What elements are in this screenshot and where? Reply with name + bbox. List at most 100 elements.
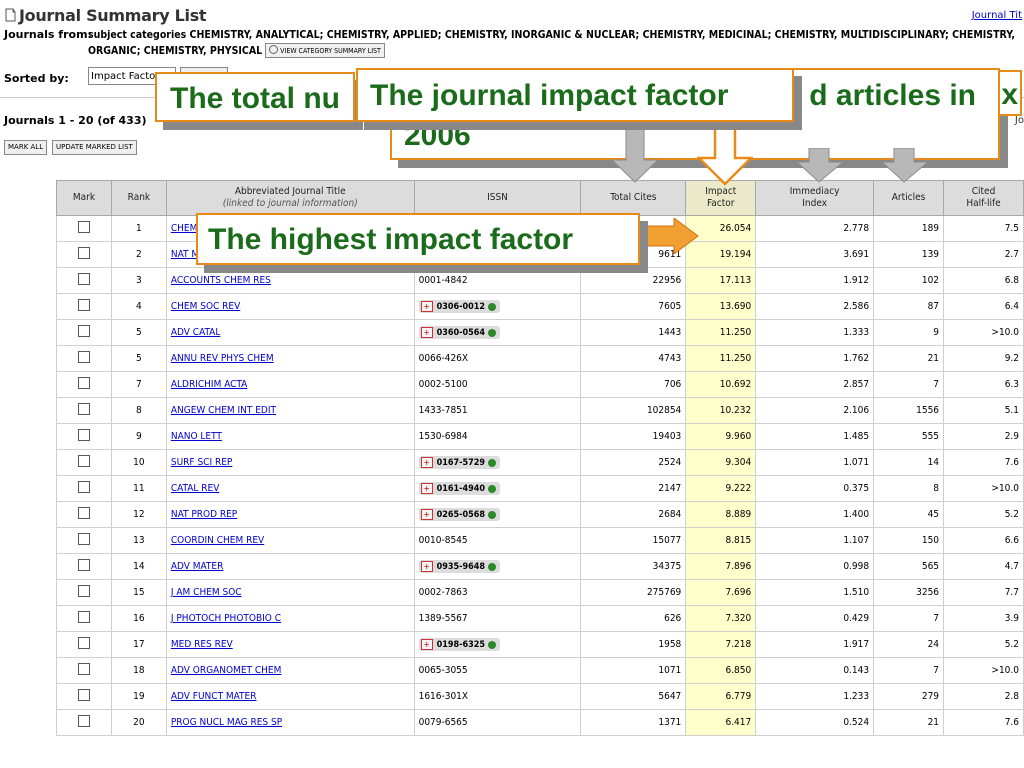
journal-title-link[interactable]: ADV FUNCT MATER (171, 691, 257, 702)
issn-cell: +0167-5729 (413, 449, 582, 476)
mark-checkbox[interactable] (77, 663, 90, 675)
journal-title-link[interactable]: MED RES REV (171, 639, 233, 650)
col-title-main: Abbreviated Journal Title (234, 186, 346, 197)
journal-title-link[interactable]: ADV ORGANOMET CHEM (171, 665, 281, 676)
issn-text: 0935-9648 (436, 561, 486, 572)
issn-badge[interactable]: +0167-5729 (418, 456, 501, 469)
mark-checkbox[interactable] (77, 351, 90, 363)
journal-title-link[interactable]: NAT PROD REP (171, 509, 237, 520)
expand-icon: + (420, 561, 433, 572)
issn-badge[interactable]: +0265-0568 (418, 508, 501, 521)
mark-cell (56, 553, 112, 580)
immediacy-cell: 1.333 (755, 319, 875, 346)
journal-title-link[interactable]: CATAL REV (171, 483, 219, 494)
journal-title-link[interactable]: ADV CATAL (171, 327, 220, 338)
mark-checkbox[interactable] (77, 247, 90, 259)
mark-checkbox[interactable] (77, 299, 90, 311)
mark-checkbox[interactable] (77, 689, 90, 701)
total-cites-cell: 19403 (580, 423, 687, 450)
impact-factor-cell: 6.850 (685, 657, 757, 684)
half-life-cell: 6.8 (943, 267, 1024, 294)
impact-factor-cell: 13.690 (685, 293, 757, 320)
mark-cell (56, 293, 112, 320)
title-cell: ANNU REV PHYS CHEM (165, 345, 415, 372)
mark-checkbox[interactable] (77, 325, 90, 337)
mark-cell (56, 241, 112, 268)
expand-icon: + (420, 509, 433, 520)
mark-checkbox[interactable] (77, 377, 90, 389)
journal-title-link[interactable]: SURF SCI REP (171, 457, 232, 468)
journal-title-link[interactable]: ACCOUNTS CHEM RES (171, 275, 271, 286)
col-total-cites[interactable]: Total Cites (580, 180, 687, 216)
journal-title-link[interactable]: PROG NUCL MAG RES SP (171, 717, 282, 728)
issn-text: 0161-4940 (436, 483, 486, 494)
journal-title-link[interactable]: ADV MATER (171, 561, 223, 572)
green-arrow-icon (488, 302, 497, 311)
mark-checkbox[interactable] (77, 221, 90, 233)
journal-title-link[interactable]: J PHOTOCH PHOTOBIO C (171, 613, 281, 624)
col-half-life[interactable]: Cited Half-life (943, 180, 1024, 216)
mark-checkbox[interactable] (77, 715, 90, 727)
journal-summary-page: Journal Summary List Journal Tit Journal… (0, 0, 1024, 768)
total-cites-cell: 22956 (580, 267, 687, 294)
rank-cell: 13 (110, 527, 167, 554)
journal-title-link[interactable]: ANNU REV PHYS CHEM (171, 353, 274, 364)
journal-title-link[interactable]: CHEM SOC REV (171, 301, 240, 312)
mark-checkbox[interactable] (77, 559, 90, 571)
immediacy-cell: 1.510 (755, 579, 875, 606)
table-row: 11 CATAL REV +0161-4940 2147 9.222 0.375 8 >10.… (56, 475, 1024, 502)
journal-title-link[interactable]: J AM CHEM SOC (171, 587, 242, 598)
col-immediacy[interactable]: Immediacy Index (755, 180, 875, 216)
col-title[interactable]: Abbreviated Journal Title (linked to jour… (165, 180, 415, 216)
issn-badge[interactable]: +0306-0012 (418, 300, 501, 313)
expand-icon: + (420, 483, 433, 494)
mark-checkbox[interactable] (77, 507, 90, 519)
articles-cell: 7 (873, 657, 945, 684)
issn-cell: +0935-9648 (413, 553, 582, 580)
journal-title-link[interactable]: Journal Tit (972, 10, 1022, 21)
mark-cell (56, 345, 112, 372)
mark-checkbox[interactable] (77, 429, 90, 441)
table-row: 9 NANO LETT 1530-6984 19403 9.960 1.485 555 2.9 (56, 423, 1024, 450)
page-title-text: Journal Summary List (19, 6, 207, 25)
table-row: 15 J AM CHEM SOC 0002-7863 275769 7.696 1.510… (56, 579, 1024, 606)
arrow-impact-factor (697, 120, 753, 186)
table-row: 13 COORDIN CHEM REV 0010-8545 15077 8.815 1.1… (56, 527, 1024, 554)
title-cell: MED RES REV (165, 631, 415, 658)
mark-cell (56, 527, 112, 554)
articles-cell: 87 (873, 293, 945, 320)
mark-checkbox[interactable] (77, 481, 90, 493)
articles-cell: 7 (873, 605, 945, 632)
journal-title-link[interactable]: NANO LETT (171, 431, 222, 442)
articles-cell: 189 (873, 215, 945, 242)
issn-text: 0010-8545 (418, 535, 468, 546)
rank-cell: 2 (110, 241, 167, 268)
mark-checkbox[interactable] (77, 585, 90, 597)
mark-all-button[interactable]: MARK ALL (4, 140, 48, 155)
col-articles[interactable]: Articles (873, 180, 945, 216)
articles-cell: 139 (873, 241, 945, 268)
mark-checkbox[interactable] (77, 273, 90, 285)
half-life-cell: >10.0 (943, 319, 1024, 346)
journal-title-link[interactable]: ANGEW CHEM INT EDIT (171, 405, 276, 416)
mark-checkbox[interactable] (77, 611, 90, 623)
issn-badge[interactable]: +0360-0564 (418, 326, 501, 339)
mark-checkbox[interactable] (77, 403, 90, 415)
col-impact-2: Factor (707, 198, 735, 209)
issn-text: 1616-301X (418, 691, 469, 702)
mark-checkbox[interactable] (77, 533, 90, 545)
view-category-summary-button[interactable]: VIEW CATEGORY SUMMARY LIST (265, 43, 385, 58)
table-row: 7 ALDRICHIM ACTA 0002-5100 706 10.692 2.857 7 6… (56, 371, 1024, 398)
mark-checkbox[interactable] (77, 637, 90, 649)
issn-text: 1530-6984 (418, 431, 468, 442)
issn-badge[interactable]: +0935-9648 (418, 560, 501, 573)
issn-badge[interactable]: +0198-6325 (418, 638, 501, 651)
issn-badge[interactable]: +0161-4940 (418, 482, 501, 495)
journal-title-link[interactable]: COORDIN CHEM REV (171, 535, 264, 546)
update-marked-list-button[interactable]: UPDATE MARKED LIST (52, 140, 137, 155)
mark-cell (56, 215, 112, 242)
mark-cell (56, 449, 112, 476)
journal-title-link[interactable]: ALDRICHIM ACTA (171, 379, 247, 390)
rank-cell: 17 (110, 631, 167, 658)
mark-checkbox[interactable] (77, 455, 90, 467)
